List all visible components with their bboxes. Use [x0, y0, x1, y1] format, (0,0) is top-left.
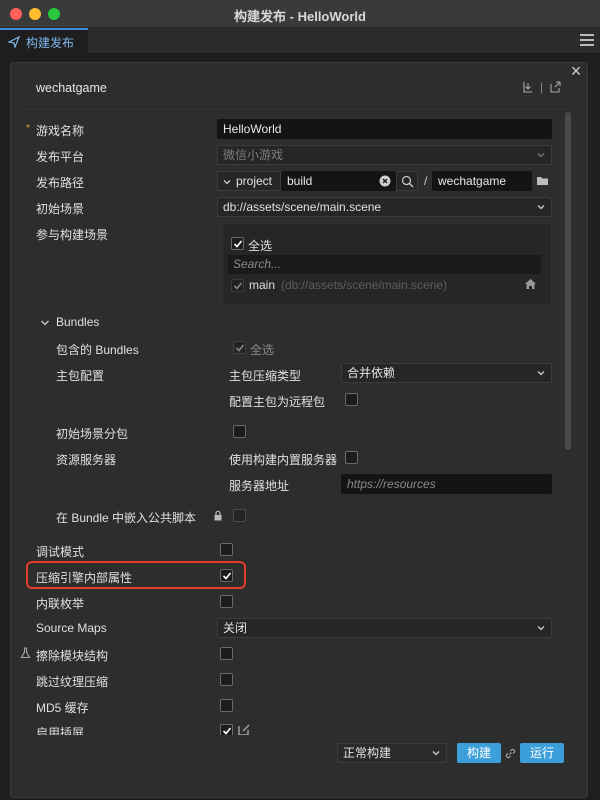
clear-icon[interactable]: [379, 175, 391, 187]
platform-value: 微信小游戏: [223, 148, 284, 162]
check-icon: [233, 282, 243, 290]
erase-module-checkbox[interactable]: [220, 647, 233, 660]
start-scene-label: 初始场景: [36, 202, 85, 216]
chevron-down-icon: [537, 153, 545, 158]
skip-texture-checkbox[interactable]: [220, 673, 233, 686]
run-button[interactable]: 运行: [520, 743, 564, 763]
window-title: 构建发布 - HelloWorld: [234, 9, 366, 24]
scene-main-path: (db://assets/scene/main.scene): [281, 278, 448, 292]
header-divider: [22, 106, 568, 107]
scenes-label: 参与构建场景: [36, 228, 109, 242]
panel-header-actions: |: [522, 80, 561, 94]
select-all-scenes-label: 全选: [248, 239, 273, 253]
scene-main-checkbox[interactable]: [231, 279, 244, 292]
check-icon: [235, 344, 245, 352]
chevron-down-icon[interactable]: [40, 318, 50, 328]
link-icon[interactable]: [504, 747, 517, 760]
splash-label: 启用插屏: [36, 726, 85, 735]
start-scene-value: db://assets/scene/main.scene: [223, 200, 382, 214]
path-prefix-value: project: [236, 174, 273, 188]
chevron-down-icon: [537, 205, 545, 210]
build-mode-select[interactable]: 正常构建: [337, 743, 447, 763]
tab-build-publish[interactable]: 构建发布: [0, 28, 88, 54]
send-icon: [8, 36, 20, 48]
check-icon: [233, 240, 243, 248]
chevron-down-icon: [537, 626, 545, 631]
source-maps-select[interactable]: 关闭: [217, 618, 552, 638]
lock-icon: [214, 510, 222, 521]
platform-label: 发布平台: [36, 150, 85, 164]
menu-icon[interactable]: [580, 34, 594, 46]
skip-texture-label: 跳过纹理压缩: [36, 675, 109, 689]
resource-server-label: 资源服务器: [56, 453, 117, 467]
scene-main-name: main: [249, 278, 276, 292]
builtin-server-checkbox[interactable]: [345, 451, 358, 464]
included-select-all-label: 全选: [250, 343, 275, 357]
title-bar: 构建发布 - HelloWorld: [0, 0, 600, 28]
erase-module-label: 擦除模块结构: [36, 649, 109, 663]
embed-common-checkbox[interactable]: [233, 509, 246, 522]
build-mode-value: 正常构建: [343, 746, 392, 760]
search-path-button[interactable]: [396, 171, 418, 191]
path-separator: /: [424, 174, 428, 188]
required-mark: *: [26, 123, 30, 134]
game-name-input[interactable]: HelloWorld: [217, 119, 552, 139]
game-name-label: 游戏名称: [36, 124, 85, 138]
tab-label: 构建发布: [26, 35, 75, 50]
flask-icon: [20, 647, 31, 659]
tab-bar: 构建发布: [0, 28, 600, 54]
build-path-label: 发布路径: [36, 176, 85, 190]
remote-main-checkbox[interactable]: [345, 393, 358, 406]
build-button[interactable]: 构建: [457, 743, 501, 763]
close-icon[interactable]: ×: [568, 62, 584, 80]
header-separator: |: [540, 80, 544, 94]
source-maps-value: 关闭: [223, 621, 248, 635]
builtin-server-label: 使用构建内置服务器: [229, 453, 338, 467]
compress-type-select[interactable]: 合并依赖: [341, 363, 552, 383]
start-scene-subpackage-label: 初始场景分包: [56, 427, 129, 441]
compress-type-value: 合并依赖: [347, 366, 396, 380]
mangle-label: 压缩引擎内部属性: [36, 571, 133, 585]
server-addr-label: 服务器地址: [229, 479, 290, 493]
remote-main-label: 配置主包为远程包: [229, 395, 326, 409]
start-scene-subpackage-checkbox[interactable]: [233, 425, 246, 438]
select-all-scenes-checkbox[interactable]: [231, 237, 244, 250]
included-bundles-checkbox[interactable]: [233, 341, 246, 354]
source-maps-label: Source Maps: [36, 621, 107, 635]
inline-enum-checkbox[interactable]: [220, 595, 233, 608]
server-addr-input[interactable]: https://resources: [341, 474, 552, 494]
main-config-label: 主包配置: [56, 369, 105, 383]
home-icon: [525, 279, 536, 289]
platform-title: wechatgame: [36, 81, 107, 95]
scene-search-input[interactable]: Search...: [228, 255, 541, 274]
debug-checkbox[interactable]: [220, 543, 233, 556]
included-bundles-label: 包含的 Bundles: [56, 343, 139, 357]
chevron-down-icon: [432, 751, 440, 756]
compress-type-label: 主包压缩类型: [229, 369, 302, 383]
splash-row-clip: 启用插屏: [20, 719, 560, 735]
edit-icon[interactable]: [238, 724, 250, 735]
chevron-down-icon: [537, 371, 545, 376]
embed-common-label: 在 Bundle 中嵌入公共脚本: [56, 511, 197, 525]
md5-checkbox[interactable]: [220, 699, 233, 712]
md5-label: MD5 缓存: [36, 701, 89, 715]
bundles-section-label[interactable]: Bundles: [56, 315, 99, 329]
scrollbar[interactable]: [565, 112, 571, 450]
check-icon: [222, 572, 232, 580]
path-prefix-select[interactable]: project: [217, 171, 281, 191]
platform-select[interactable]: 微信小游戏: [217, 145, 552, 165]
search-icon: [401, 175, 414, 188]
import-icon[interactable]: [522, 81, 534, 93]
start-scene-select[interactable]: db://assets/scene/main.scene: [217, 197, 552, 217]
check-icon: [222, 727, 232, 735]
folder-icon[interactable]: [536, 175, 550, 187]
splash-checkbox[interactable]: [220, 724, 233, 735]
export-icon[interactable]: [549, 81, 561, 93]
dest-folder-input[interactable]: wechatgame: [432, 171, 532, 191]
mangle-checkbox[interactable]: [220, 569, 233, 582]
inline-enum-label: 内联枚举: [36, 597, 85, 611]
chevron-down-icon: [223, 180, 231, 185]
debug-label: 调试模式: [36, 545, 85, 559]
